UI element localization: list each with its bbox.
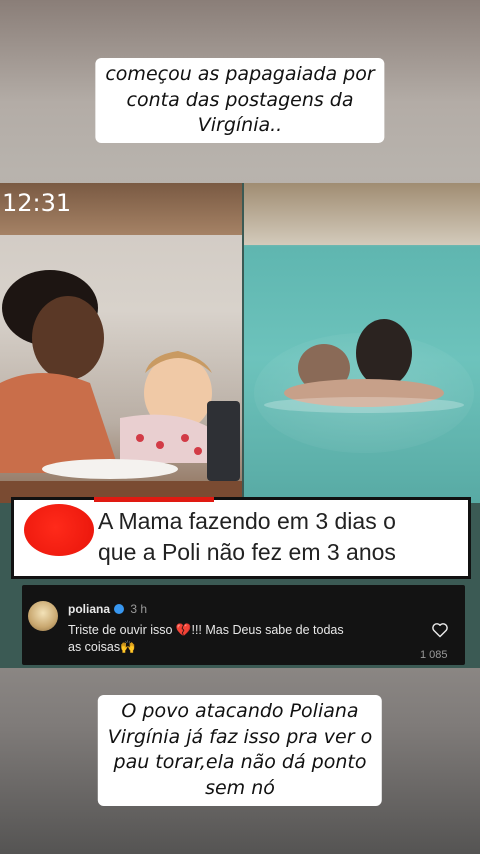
caption-bottom-line-4: sem nó	[205, 776, 275, 799]
photo-swimmers	[264, 319, 464, 413]
comment-line-2: que a Poli não fez em 3 anos	[98, 539, 396, 565]
reply-text: Triste de ouvir isso 💔!!! Mas Deus sabe …	[68, 622, 413, 656]
heart-icon[interactable]	[431, 622, 449, 638]
reply-line-2: as coisas🙌	[68, 640, 136, 654]
caption-top: começou as papagaiada por conta das post…	[95, 58, 385, 143]
comment-line-1: A Mama fazendo em 3 dias o	[98, 508, 396, 534]
reply-timestamp: 3 h	[130, 602, 148, 616]
caption-top-line-1: começou as papagaiada por	[105, 63, 375, 85]
caption-bottom-line-2: Virgínia já faz isso pra ver o	[107, 725, 373, 748]
photo-woman-feeding-child	[0, 270, 242, 503]
instagram-reply: poliana 3 h Triste de ouvir isso 💔!!! Ma…	[22, 585, 465, 665]
caption-top-line-2: conta das postagens da	[126, 88, 354, 111]
like-count: 1 085	[420, 649, 448, 661]
verified-badge-icon	[114, 604, 125, 614]
comment-text: A Mama fazendo em 3 dias o que a Poli nã…	[98, 506, 470, 568]
caption-bottom-line-3: pau torar,ela não dá ponto	[113, 751, 367, 774]
redaction-stripe	[94, 497, 214, 502]
reply-line-1: Triste de ouvir isso 💔!!! Mas Deus sabe …	[68, 623, 344, 637]
reply-username[interactable]: poliana	[68, 602, 110, 616]
highlighted-comment: A Mama fazendo em 3 dias o que a Poli nã…	[11, 497, 471, 579]
caption-top-line-3: Virgínia..	[197, 114, 283, 137]
redacted-avatar	[24, 504, 94, 556]
photo-pool	[244, 183, 480, 503]
caption-bottom: O povo atacando Poliana Virgínia já faz …	[97, 695, 383, 806]
reply-header: poliana 3 h	[68, 602, 147, 616]
caption-bottom-line-1: O povo atacando Poliana	[121, 700, 359, 722]
avatar[interactable]	[28, 601, 58, 631]
photo-kitchen: 12:31	[0, 183, 242, 503]
